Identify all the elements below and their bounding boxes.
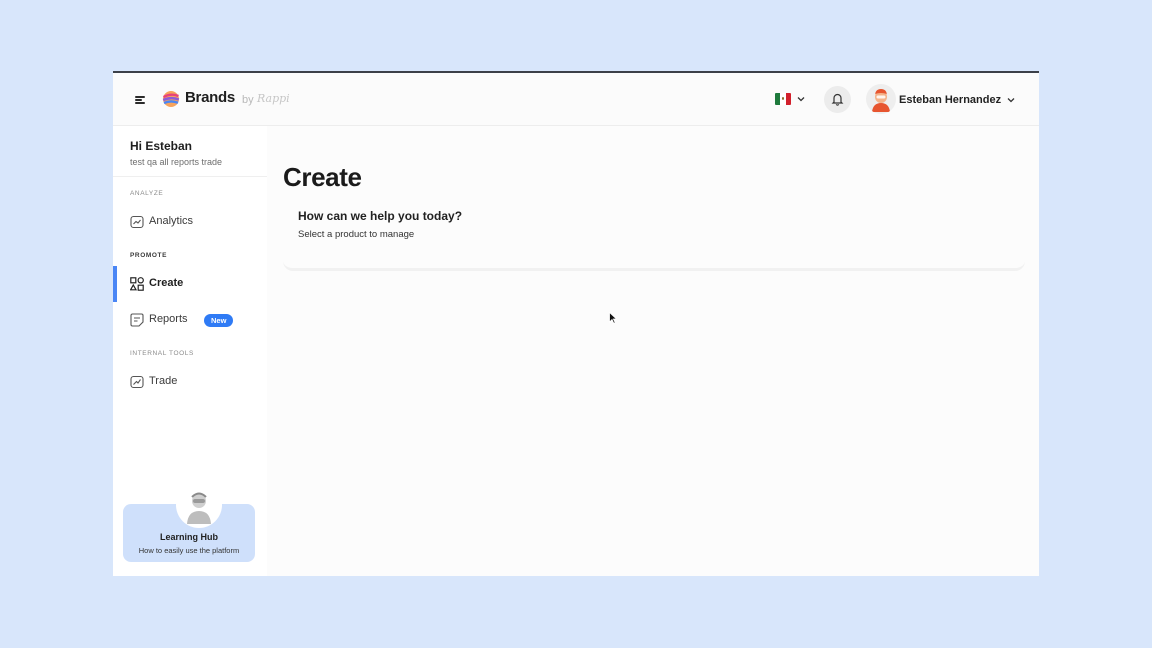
brand-name: Brands: [185, 89, 235, 106]
card-subtitle: Select a product to manage: [298, 229, 415, 240]
avatar: [866, 84, 896, 114]
user-menu[interactable]: Esteban Hernandez: [866, 84, 1018, 116]
section-analyze: ANALYZE: [130, 190, 164, 197]
reports-icon: [130, 313, 144, 327]
sidebar: Hi Esteban test qa all reports trade ANA…: [113, 126, 267, 576]
sidebar-item-reports[interactable]: Reports New: [113, 302, 267, 338]
main-content: Create How can we help you today? Select…: [267, 126, 1039, 576]
greeting: Hi Esteban: [130, 139, 193, 153]
section-internal-tools: INTERNAL TOOLS: [130, 350, 194, 357]
analytics-icon: [130, 215, 144, 229]
help-card: How can we help you today? Select a prod…: [283, 201, 1025, 271]
brand-logo-icon: [162, 91, 180, 107]
learning-hub-subtitle: How to easily use the platform: [138, 546, 240, 555]
bell-icon: [831, 93, 844, 106]
brand-by: by: [242, 94, 254, 106]
sidebar-item-trade[interactable]: Trade: [113, 364, 267, 400]
learning-hub-title: Learning Hub: [160, 532, 218, 542]
sub-brand-logo: Rappi: [257, 92, 290, 105]
learning-hub-card[interactable]: Learning Hub How to easily use the platf…: [123, 482, 255, 562]
sidebar-item-label: Create: [149, 277, 184, 289]
user-name: Esteban Hernandez: [899, 94, 1002, 106]
card-title: How can we help you today?: [298, 209, 463, 223]
shapes-icon: [130, 277, 144, 291]
page-title: Create: [283, 162, 362, 192]
top-bar: Brands by Rappi Esteban Hernandez: [113, 73, 1039, 126]
sidebar-item-label: Analytics: [149, 215, 194, 227]
sidebar-item-analytics[interactable]: Analytics: [113, 204, 267, 240]
chevron-down-icon: [1007, 98, 1015, 103]
mouse-cursor-icon: [609, 312, 617, 324]
section-promote: PROMOTE: [130, 252, 168, 259]
sidebar-item-create[interactable]: Create: [113, 266, 267, 302]
account-name: test qa all reports trade: [130, 157, 223, 167]
divider: [113, 176, 267, 177]
app-window: Brands by Rappi Esteban Hernandez Hi Est…: [113, 71, 1039, 576]
learning-hub-avatar: [176, 482, 222, 528]
chevron-down-icon: [797, 97, 805, 102]
mexico-flag-icon: [775, 93, 791, 105]
menu-icon[interactable]: [135, 96, 145, 104]
notifications-button[interactable]: [824, 86, 851, 113]
sidebar-item-label: Trade: [149, 375, 178, 387]
sidebar-item-label: Reports: [149, 313, 188, 325]
new-badge: New: [204, 314, 234, 327]
country-selector[interactable]: [775, 91, 807, 107]
trend-icon: [130, 375, 144, 389]
